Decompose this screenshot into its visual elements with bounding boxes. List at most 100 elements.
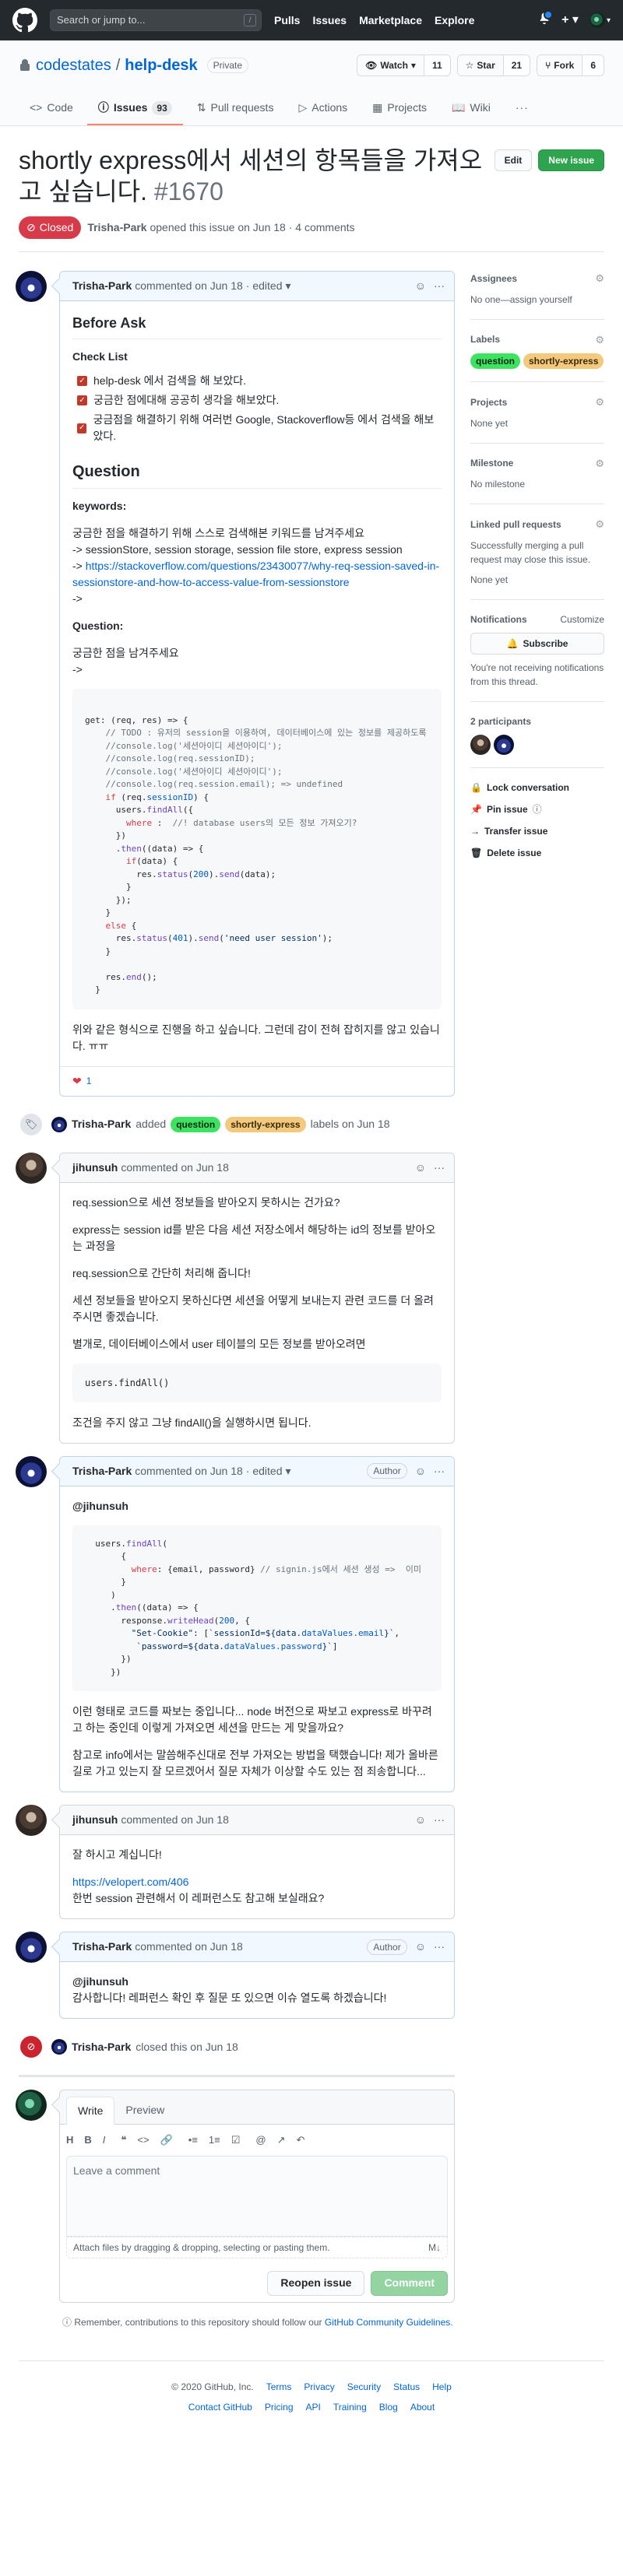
footer-link-help[interactable]: Help [432,2380,452,2394]
avatar[interactable] [16,271,47,302]
transfer-issue-button[interactable]: → Transfer issue [470,824,604,838]
footer-link-terms[interactable]: Terms [266,2380,292,2394]
comment-author[interactable]: jihunsuh [72,1812,118,1828]
avatar[interactable] [51,2039,67,2055]
issue-author-link[interactable]: Trisha-Park [87,221,146,233]
heading-icon[interactable]: H [66,2132,73,2148]
nav-explore[interactable]: Explore [435,12,474,29]
reply-icon[interactable]: ↶ [297,2132,305,2148]
smiley-icon[interactable]: ☺ [415,1463,426,1479]
comment-author[interactable]: jihunsuh [72,1160,118,1176]
footer-link-training[interactable]: Training [333,2400,367,2414]
github-logo-icon[interactable] [12,8,37,33]
event-actor[interactable]: Trisha-Park [72,1116,131,1132]
bold-icon[interactable]: B [84,2132,91,2148]
fork-count[interactable]: 6 [583,55,604,75]
comment-author[interactable]: Trisha-Park [72,1463,132,1479]
nav-marketplace[interactable]: Marketplace [359,12,422,29]
assignees-value[interactable]: No one—assign yourself [470,293,604,307]
search-input[interactable]: Search or jump to... / [50,9,262,31]
smiley-icon[interactable]: ☺ [415,1160,426,1176]
smiley-icon[interactable]: ☺ [415,1939,426,1955]
kebab-icon[interactable]: ··· [434,1939,445,1955]
participant-avatar[interactable] [470,734,491,755]
tab-write[interactable]: Write [66,2096,115,2125]
footer-link-about[interactable]: About [410,2400,435,2414]
tab-actions[interactable]: ▷ Actions [287,93,358,125]
tab-code[interactable]: <> Code [19,93,84,125]
gear-icon[interactable]: ⚙ [595,456,604,472]
user-avatar-menu[interactable]: ▾ [589,12,611,28]
label-shortly-express[interactable]: shortly-express [225,1116,306,1132]
label-shortly-express[interactable]: shortly-express [523,353,604,369]
watch-count[interactable]: 11 [424,55,450,75]
footer-link-status[interactable]: Status [393,2380,420,2394]
comment-author[interactable]: Trisha-Park [72,278,132,294]
watch-button[interactable]: 👁 Watch ▾ 11 [357,54,451,76]
pin-issue-button[interactable]: 📌 Pin issue ⓘ [470,802,604,816]
tab-wiki[interactable]: 📖 Wiki [441,93,502,125]
linked-prs-heading[interactable]: Linked pull requests [470,518,561,532]
chevron-down-icon[interactable]: ▾ [286,278,291,294]
link-icon[interactable]: 🔗 [160,2132,173,2148]
quote-icon[interactable]: ❝ [121,2132,126,2148]
smiley-icon[interactable]: ☺ [415,278,426,294]
kebab-icon[interactable]: ··· [434,1160,445,1176]
mention-link[interactable]: @jihunsuh [72,1975,128,1988]
star-count[interactable]: 21 [503,55,530,75]
numbered-list-icon[interactable]: 1≡ [209,2132,220,2148]
mention-icon[interactable]: @ [255,2132,266,2148]
label-question[interactable]: question [470,353,520,369]
labels-heading[interactable]: Labels [470,332,500,346]
bulleted-list-icon[interactable]: •≡ [188,2132,198,2148]
avatar[interactable] [16,1805,47,1836]
comment-button[interactable]: Comment [371,2270,448,2296]
avatar[interactable] [16,1152,47,1184]
footer-link-security[interactable]: Security [347,2380,381,2394]
delete-issue-button[interactable]: 🗑 Delete issue [470,846,604,860]
kebab-icon[interactable]: ··· [434,1812,445,1828]
footer-link-privacy[interactable]: Privacy [304,2380,334,2394]
checkbox-checked-icon[interactable]: ✓ [77,376,87,386]
footer-link-contact[interactable]: Contact GitHub [188,2400,252,2414]
footer-link-pricing[interactable]: Pricing [265,2400,294,2414]
checkbox-checked-icon[interactable]: ✓ [77,395,87,405]
assignees-heading[interactable]: Assignees [470,272,517,286]
footer-link-blog[interactable]: Blog [379,2400,398,2414]
avatar[interactable] [16,1932,47,1963]
gear-icon[interactable]: ⚙ [595,332,604,348]
participant-avatar[interactable] [494,734,514,755]
lock-conversation-button[interactable]: 🔒 Lock conversation [470,781,604,795]
gear-icon[interactable]: ⚙ [595,271,604,286]
nav-pulls[interactable]: Pulls [274,12,300,29]
cross-reference-icon[interactable]: ↗ [277,2132,286,2148]
gear-icon[interactable]: ⚙ [595,517,604,532]
italic-icon[interactable]: I [103,2132,106,2148]
edit-title-button[interactable]: Edit [494,149,533,171]
create-new-plus-icon[interactable]: + ▾ [561,11,579,30]
comment-textarea[interactable]: Leave a comment [66,2155,448,2237]
kebab-icon[interactable]: ··· [434,278,445,294]
event-actor[interactable]: Trisha-Park [72,2039,131,2055]
repo-name-link[interactable]: help-desk [125,54,197,77]
footer-link-api[interactable]: API [306,2400,321,2414]
tab-projects[interactable]: ▦ Projects [361,93,438,125]
avatar[interactable] [51,1116,67,1132]
task-list-icon[interactable]: ☑ [231,2132,241,2148]
stackoverflow-link[interactable]: https://stackoverflow.com/questions/2343… [72,560,439,588]
notifications-bell-icon[interactable] [538,10,554,29]
reference-link[interactable]: https://velopert.com/406 [72,1876,188,1888]
gear-icon[interactable]: ⚙ [595,395,604,410]
tab-pull-requests[interactable]: ⇅ Pull requests [186,93,285,125]
subscribe-button[interactable]: 🔔 Subscribe [470,632,604,655]
code-icon[interactable]: <> [137,2132,149,2148]
avatar[interactable] [16,2090,47,2121]
mention-link[interactable]: @jihunsuh [72,1498,442,1514]
fork-button[interactable]: ⑂ Fork 6 [537,54,604,76]
more-tabs-dots-icon[interactable]: ··· [505,93,540,125]
checkbox-checked-icon[interactable]: ✓ [77,423,87,433]
projects-heading[interactable]: Projects [470,395,507,409]
markdown-icon[interactable]: M↓ [428,2241,441,2255]
reaction-count[interactable]: 1 [86,1074,92,1088]
kebab-icon[interactable]: ··· [434,1463,445,1479]
